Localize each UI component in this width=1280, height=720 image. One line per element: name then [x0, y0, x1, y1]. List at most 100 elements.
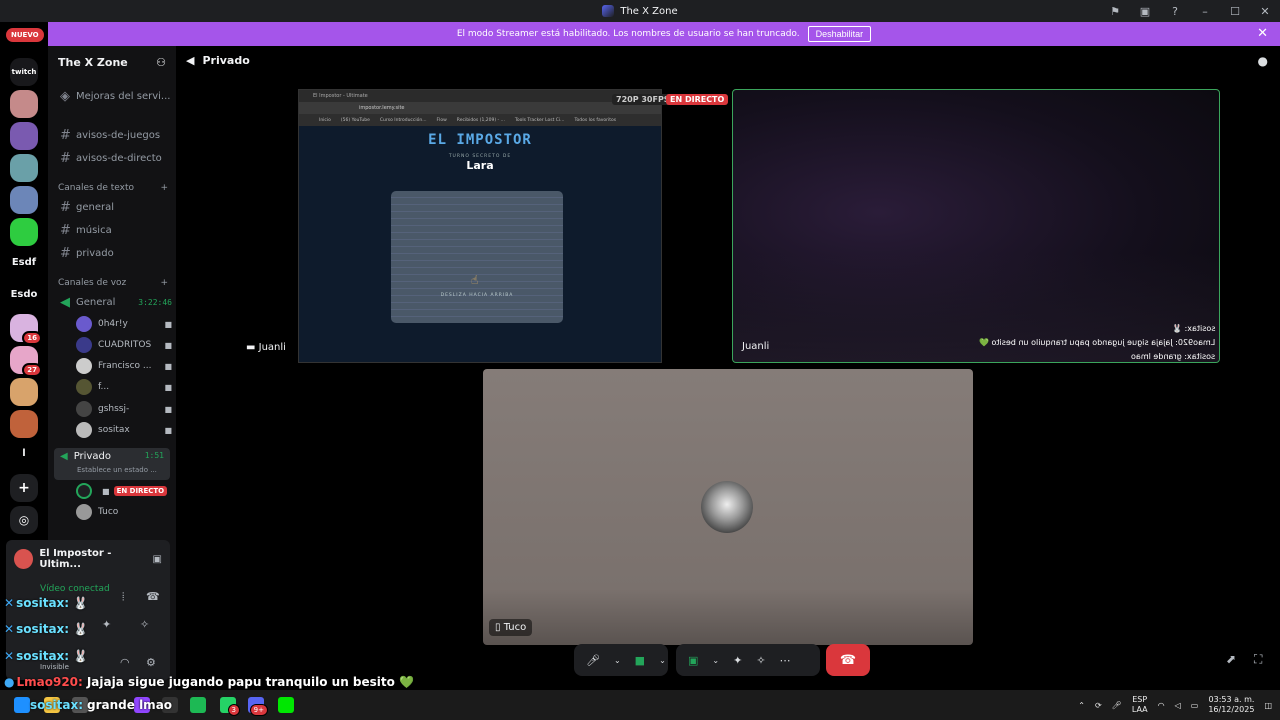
- screen-share-icon[interactable]: ▣: [153, 554, 162, 565]
- voice-user[interactable]: Tuco: [76, 503, 172, 521]
- guild-l[interactable]: l: [4, 448, 44, 459]
- guild-esdf[interactable]: Esdf: [4, 257, 44, 268]
- overlay-chat-line: Lmao920: Jajaja sigue jugando papu tranq…: [978, 338, 1215, 347]
- add-channel-icon[interactable]: +: [160, 278, 168, 288]
- guild-esdo[interactable]: Esdo: [4, 289, 44, 300]
- guild-avatar-6[interactable]: 16: [10, 314, 42, 345]
- clock[interactable]: 03:53 a. m. 16/12/2025: [1208, 695, 1254, 715]
- stream-chat-line: ✕ sositax: 🐰: [4, 622, 89, 636]
- voice-category[interactable]: Canales de voz +: [58, 278, 168, 288]
- game-icon: [14, 549, 34, 569]
- live-badge: EN DIRECTO: [113, 486, 168, 496]
- popout-icon[interactable]: ⬈: [1226, 652, 1236, 666]
- tile-3-label: ▯ Tuco: [489, 619, 533, 636]
- microphone-icon[interactable]: 🎤︎: [586, 654, 600, 667]
- voice-user[interactable]: gshssj- ■: [76, 400, 172, 418]
- wifi-icon[interactable]: ◠: [1158, 701, 1165, 710]
- windows-start-icon[interactable]: [14, 697, 30, 713]
- guild-avatar-8[interactable]: [10, 378, 38, 406]
- windows-taskbar: 3 9+ sositax: grande lmao ⌃ ⟳ 🎤︎ ESP LAA ◠…: [0, 690, 1280, 720]
- badge-icon: ✕: [4, 622, 15, 636]
- chevron-down-icon[interactable]: ⌄: [712, 656, 719, 665]
- fullscreen-icon[interactable]: ⛶: [1254, 652, 1262, 667]
- hash-icon: #: [60, 150, 71, 166]
- hangup-icon: ☎: [839, 652, 857, 668]
- avatar-tile-tuco[interactable]: ▯ Tuco: [483, 369, 973, 645]
- discover-icon[interactable]: ◎: [10, 506, 38, 534]
- channel-status[interactable]: Establece un estado ...: [77, 466, 157, 474]
- phone-icon: ▯: [495, 622, 504, 633]
- voice-user[interactable]: f... ■: [76, 378, 172, 396]
- activities-icon[interactable]: ✦: [102, 618, 111, 631]
- minimize-icon[interactable]: –: [1198, 5, 1212, 18]
- language-indicator[interactable]: ESP LAA: [1132, 695, 1148, 715]
- soundboard-icon[interactable]: ✧: [140, 618, 149, 631]
- tile-2-label: Juanli: [742, 341, 770, 352]
- activity-row[interactable]: El Impostor - Ultim... ▣: [6, 540, 170, 578]
- battery-icon[interactable]: ▭: [1191, 701, 1199, 710]
- guild-twitch[interactable]: twitch: [10, 58, 38, 86]
- window-title: The X Zone: [620, 5, 678, 17]
- guild-avatar-2[interactable]: [10, 122, 38, 150]
- guild-avatar-9[interactable]: [10, 410, 38, 438]
- whatsapp-icon[interactable]: 3: [220, 697, 240, 716]
- boosts-item[interactable]: ◈ Mejoras del servi...: [54, 86, 172, 106]
- add-channel-icon[interactable]: +: [160, 183, 168, 193]
- voice-channel-privado[interactable]: ◀ Privado 1:51 Establece un estado ...: [54, 448, 170, 480]
- screen-icon: ▬: [246, 342, 259, 353]
- discord-icon[interactable]: 9+: [248, 697, 268, 716]
- mic-icon[interactable]: 🎤︎: [1112, 701, 1122, 710]
- chevron-up-icon[interactable]: ⌃: [1078, 701, 1085, 710]
- window-titlebar: The X Zone ⚑ ▣ ? – ☐ ✕: [0, 0, 1280, 22]
- guild-avatar-4[interactable]: [10, 186, 38, 214]
- channel-musica[interactable]: # música: [54, 220, 172, 240]
- voice-user[interactable]: Francisco ... ■: [76, 357, 172, 375]
- screen-share-tile[interactable]: El Impostor - Ultimate impostor.lemy.sit…: [298, 89, 662, 363]
- voice-user[interactable]: sositax ■: [76, 421, 172, 439]
- volume-icon[interactable]: ◁: [1175, 701, 1181, 710]
- screen-share-icon[interactable]: ▣: [688, 654, 698, 667]
- screen-icon[interactable]: ▣: [1138, 5, 1152, 18]
- chat-icon[interactable]: ●: [1258, 54, 1268, 68]
- add-server-icon[interactable]: +: [10, 474, 38, 502]
- channel-avisos-de-directo[interactable]: # avisos-de-directo: [54, 148, 172, 168]
- disconnect-icon[interactable]: ☎: [146, 590, 160, 603]
- headset-icon[interactable]: ◠: [120, 656, 130, 669]
- kick-icon[interactable]: [278, 697, 294, 713]
- camera-icon: ■: [102, 486, 110, 496]
- chevron-down-icon[interactable]: ⌄: [659, 656, 666, 665]
- voice-user[interactable]: CUADRITOS ■: [76, 336, 172, 354]
- soundboard-icon[interactable]: ✧: [756, 654, 765, 667]
- help-icon[interactable]: ?: [1168, 5, 1182, 18]
- inbox-icon[interactable]: ⚑: [1108, 5, 1122, 18]
- disconnect-call-button[interactable]: ☎: [826, 644, 870, 676]
- app-icon[interactable]: [190, 697, 206, 713]
- sync-icon[interactable]: ⟳: [1095, 701, 1102, 710]
- guild-avatar-5[interactable]: [10, 218, 38, 246]
- noise-icon[interactable]: ⦙: [122, 590, 124, 604]
- add-member-icon[interactable]: ⚇: [156, 56, 166, 69]
- channel-avisos-de-juegos[interactable]: # avisos-de-juegos: [54, 125, 172, 145]
- voice-channel-general[interactable]: ◀ General 3:22:46: [54, 292, 172, 312]
- notifications-icon[interactable]: ◫: [1264, 701, 1272, 710]
- close-banner-icon[interactable]: ✕: [1257, 26, 1268, 41]
- settings-gear-icon[interactable]: ⚙: [146, 656, 156, 669]
- channel-general[interactable]: # general: [54, 197, 172, 217]
- channel-privado[interactable]: # privado: [54, 243, 172, 263]
- text-category[interactable]: Canales de texto +: [58, 183, 168, 193]
- guild-avatar-1[interactable]: [10, 90, 38, 118]
- voice-user-self[interactable]: ■ EN DIRECTO: [76, 482, 176, 500]
- chevron-down-icon[interactable]: ⌄: [614, 656, 621, 665]
- disable-streamer-button[interactable]: Deshabilitar: [807, 26, 872, 42]
- share-controls: ▣ ⌄ ✦ ✧ ⋯: [676, 644, 820, 676]
- camera-tile-juanli[interactable]: Juanli sositax: 🐰 Lmao920: Jajaja sigue …: [732, 89, 1220, 363]
- server-header[interactable]: The X Zone ⚇: [48, 46, 176, 78]
- guild-avatar-3[interactable]: [10, 154, 38, 182]
- activities-icon[interactable]: ✦: [733, 654, 742, 667]
- camera-icon[interactable]: ■: [635, 654, 645, 667]
- maximize-icon[interactable]: ☐: [1228, 5, 1242, 18]
- more-icon[interactable]: ⋯: [780, 654, 791, 667]
- voice-user[interactable]: 0h4r!y ■: [76, 315, 172, 333]
- close-window-icon[interactable]: ✕: [1258, 5, 1272, 18]
- guild-avatar-7[interactable]: 27: [10, 346, 42, 377]
